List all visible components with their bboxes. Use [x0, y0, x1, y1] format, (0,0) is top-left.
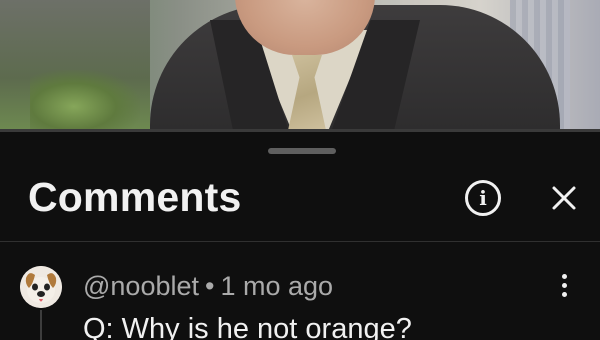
- info-icon: i: [479, 186, 487, 210]
- comment-more-button[interactable]: [552, 270, 576, 300]
- reply-thread-line: [40, 310, 42, 340]
- panel-title: Comments: [28, 174, 242, 220]
- drag-handle[interactable]: [268, 148, 336, 154]
- more-dot: [561, 273, 567, 279]
- comment-time: 1 mo ago: [220, 271, 334, 301]
- video-player[interactable]: [0, 0, 600, 131]
- comments-panel: Comments i @nooblet•1 mo ago Q: Why is: [0, 132, 600, 340]
- avatar[interactable]: [20, 266, 62, 308]
- comment-meta: @nooblet • 1 mo ago: [83, 271, 333, 302]
- close-button[interactable]: [546, 178, 582, 218]
- more-dot: [561, 291, 567, 297]
- comment-text: Q: Why is he not orange?: [83, 313, 412, 340]
- meta-separator: •: [205, 271, 215, 301]
- header-divider: [0, 241, 600, 242]
- close-icon: [552, 186, 576, 210]
- more-dot: [561, 282, 567, 288]
- info-button[interactable]: i: [465, 180, 501, 216]
- comment-author[interactable]: @nooblet: [83, 271, 199, 301]
- puppy-avatar-icon: [20, 266, 62, 308]
- video-plant: [30, 70, 140, 131]
